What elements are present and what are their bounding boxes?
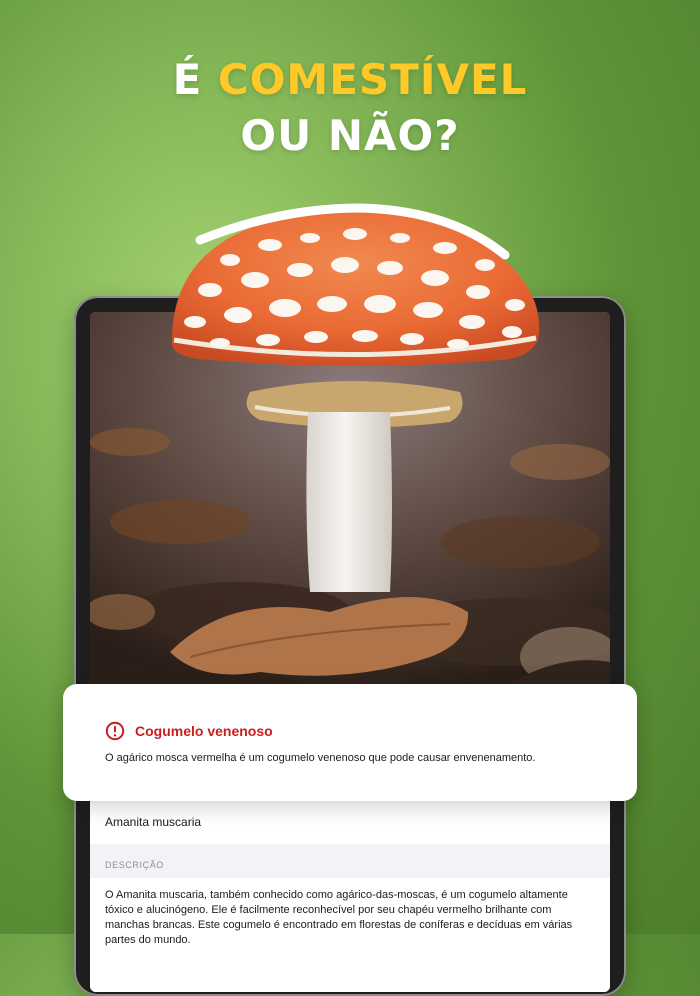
promo-headline: É COMESTÍVEL OU NÃO? — [0, 52, 700, 164]
alert-title: Cogumelo venenoso — [135, 723, 273, 739]
exclamation-circle-icon — [105, 721, 125, 741]
mushroom-cap-illustration — [171, 203, 540, 366]
scientific-name-row: Amanita muscaria — [90, 800, 610, 844]
scientific-name: Amanita muscaria — [105, 815, 202, 829]
headline-accent: COMESTÍVEL — [217, 55, 528, 104]
app-screen: Amanita muscaria DESCRIÇÃO O Amanita mus… — [90, 312, 610, 992]
description-label: DESCRIÇÃO — [105, 860, 164, 870]
headline-prefix: É — [172, 55, 218, 104]
alert-text: O agárico mosca vermelha é um cogumelo v… — [105, 752, 536, 764]
poison-alert-card: Cogumelo venenoso O agárico mosca vermel… — [63, 684, 637, 801]
headline-line-1: É COMESTÍVEL — [0, 52, 700, 108]
description-text: O Amanita muscaria, também conhecido com… — [105, 889, 573, 946]
description-header: DESCRIÇÃO — [90, 852, 610, 872]
description-row: O Amanita muscaria, também conhecido com… — [90, 878, 610, 992]
headline-line-2: OU NÃO? — [240, 111, 460, 160]
tablet-device: Amanita muscaria DESCRIÇÃO O Amanita mus… — [74, 296, 626, 996]
